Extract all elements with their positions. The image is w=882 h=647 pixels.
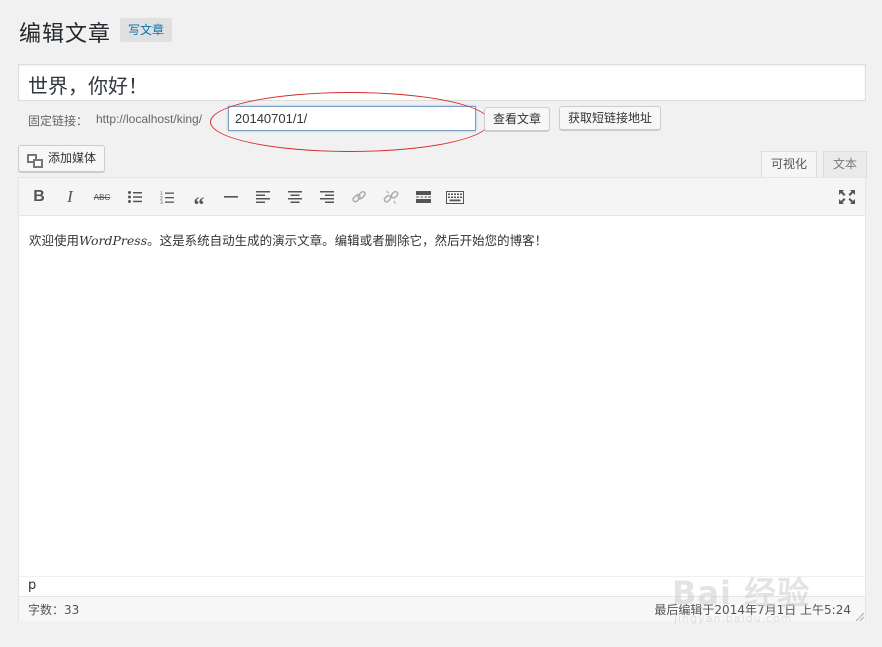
editor-content[interactable]: 欢迎使用WordPress。这是系统自动生成的演示文章。编辑或者删除它，然后开始… <box>29 230 547 249</box>
bold-icon[interactable]: B <box>28 186 50 208</box>
get-shortlink-button[interactable]: 获取短链接地址 <box>559 106 662 130</box>
bullet-list-icon[interactable] <box>124 186 146 208</box>
fullscreen-icon[interactable] <box>836 186 858 208</box>
add-media-label: 添加媒体 <box>48 151 97 165</box>
post-editor: B I ABC 123 “ 欢迎使用WordPress。这是系统自动生成的演示文… <box>18 177 866 622</box>
tab-visual[interactable]: 可视化 <box>761 151 818 178</box>
add-media-button[interactable]: 添加媒体 <box>18 145 106 172</box>
page-title: 编辑文章 <box>19 22 112 47</box>
content-wordpress: WordPress <box>79 233 148 248</box>
view-post-button[interactable]: 查看文章 <box>484 107 551 131</box>
word-count: 字数：33 <box>28 603 80 617</box>
add-media-icon <box>27 152 43 168</box>
svg-text:3: 3 <box>160 200 163 204</box>
link-icon[interactable] <box>348 186 370 208</box>
editor-toolbar: B I ABC 123 “ <box>19 178 865 217</box>
tab-text[interactable]: 文本 <box>823 151 868 178</box>
align-right-icon[interactable] <box>316 186 338 208</box>
permalink-slug-input[interactable] <box>228 106 476 131</box>
content-text-after: 。这是系统自动生成的演示文章。编辑或者删除它，然后开始您的博客！ <box>147 233 548 248</box>
numbered-list-icon[interactable]: 123 <box>156 186 178 208</box>
align-left-icon[interactable] <box>252 186 274 208</box>
content-text-before: 欢迎使用 <box>29 233 80 248</box>
permalink-base-url: http://localhost/king/ <box>96 112 203 126</box>
post-title-field[interactable]: 世界，你好！ <box>18 64 866 101</box>
add-new-post-button[interactable]: 写文章 <box>120 18 173 42</box>
permalink-label: 固定链接： <box>28 114 89 128</box>
element-path[interactable]: p <box>28 578 36 593</box>
watermark-sub: jingyan.baidu.com <box>674 612 793 625</box>
horizontal-rule-icon[interactable] <box>220 186 242 208</box>
watermark-main: Bai 经验 <box>672 574 811 612</box>
toolbar-toggle-icon[interactable] <box>444 186 466 208</box>
baidu-watermark: Bai 经验 jingyan.baidu.com <box>672 568 868 628</box>
align-center-icon[interactable] <box>284 186 306 208</box>
strikethrough-icon[interactable]: ABC <box>91 186 113 208</box>
blockquote-icon[interactable]: “ <box>188 186 210 217</box>
read-more-icon[interactable] <box>412 186 434 208</box>
post-title-value: 世界，你好！ <box>28 74 148 98</box>
unlink-icon[interactable] <box>380 186 402 208</box>
italic-icon[interactable]: I <box>59 186 81 208</box>
